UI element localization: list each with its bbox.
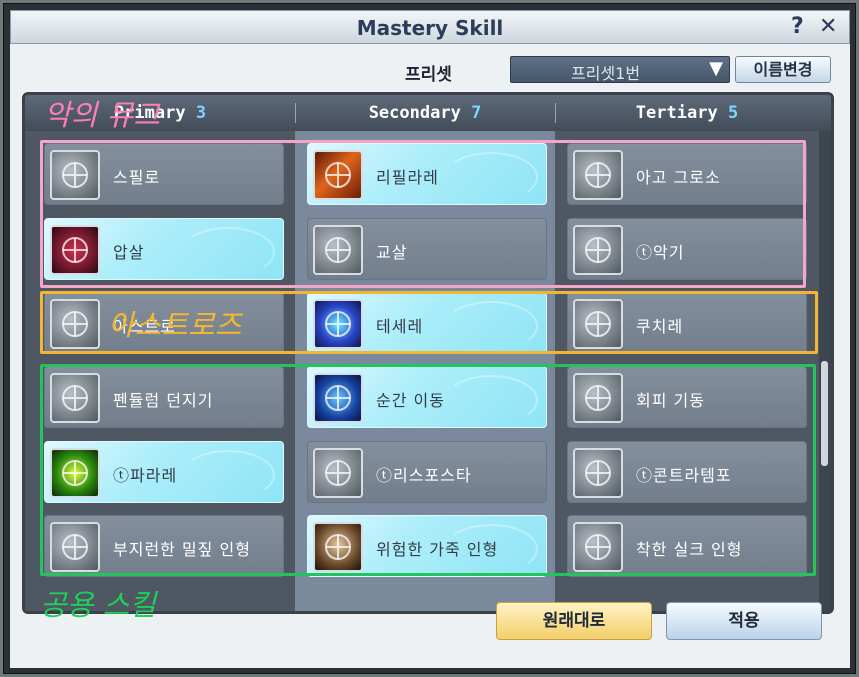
header-tertiary-count: 5 (727, 103, 739, 123)
help-icon[interactable]: ? (791, 14, 804, 39)
green-group-box (40, 364, 816, 576)
header-tertiary: Tertiary 5 (555, 95, 819, 131)
header-secondary-count: 7 (471, 103, 482, 123)
apply-button[interactable]: 적용 (666, 602, 822, 640)
preset-selected: 프리셋1번 (571, 64, 641, 83)
header-secondary: Secondary 7 (295, 95, 555, 131)
rename-button[interactable]: 이름변경 (735, 56, 831, 83)
header-primary-count: 3 (195, 103, 207, 123)
title-bar[interactable]: Mastery Skill ? ✕ (10, 10, 850, 44)
close-icon[interactable]: ✕ (819, 14, 837, 39)
scrollbar[interactable] (819, 131, 831, 611)
chevron-down-icon: ▼ (709, 58, 723, 79)
annotation-green: 공용 스킬 (40, 588, 156, 622)
scrollbar-thumb[interactable] (821, 361, 828, 466)
annotation-yellow: 아스트로즈 (108, 308, 242, 342)
pink-group-box (40, 140, 806, 288)
preset-dropdown[interactable]: 프리셋1번 ▼ (510, 56, 730, 83)
annotation-pink: 악의 뮤그 (44, 98, 160, 132)
header-tertiary-name: Tertiary (635, 103, 718, 123)
header-secondary-name: Secondary (368, 103, 461, 123)
reset-button[interactable]: 원래대로 (496, 602, 652, 640)
preset-label: 프리셋 (405, 65, 452, 85)
window-title: Mastery Skill (356, 16, 504, 40)
